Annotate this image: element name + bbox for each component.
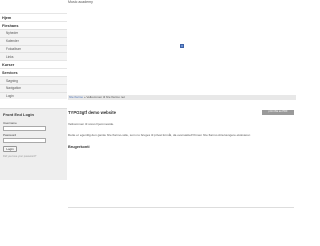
forgot-password-link[interactable]: Did you lose your password? bbox=[0, 155, 67, 158]
content-divider bbox=[68, 207, 294, 208]
breadcrumb-current: Velkommen til fize ftarmo net bbox=[86, 95, 125, 99]
login-button[interactable]: Login bbox=[3, 145, 17, 152]
sidebar-item-links[interactable]: Links bbox=[0, 52, 67, 61]
breadcrumb: fize ftarmo » Velkommen til fize ftarmo … bbox=[68, 95, 296, 100]
sidebar-item-nyheder[interactable]: Nyheder bbox=[0, 29, 67, 37]
welcome-paragraph: Velkommen til vores hjemmeside. bbox=[68, 121, 115, 126]
sidebar-item-fotoalbum[interactable]: Fotoalbum bbox=[0, 44, 67, 53]
username-input[interactable] bbox=[3, 125, 46, 131]
sidebar-heading-home[interactable]: Hjem bbox=[0, 13, 67, 21]
password-input[interactable] bbox=[3, 137, 46, 143]
password-label: Password bbox=[3, 132, 17, 137]
username-label: Username bbox=[3, 120, 17, 125]
sidebar-item-search[interactable]: Søgning bbox=[0, 76, 67, 84]
sidebar-item-login[interactable]: Login bbox=[0, 91, 67, 100]
page-title: TYPO3gtf demo website bbox=[68, 110, 116, 115]
body-paragraph: Dette er egentlig den gamle fize ftarmo-… bbox=[68, 133, 251, 137]
login-box: Front End Login Username Password Login … bbox=[0, 108, 67, 180]
sidebar-item-kalender[interactable]: Kalender bbox=[0, 36, 67, 45]
page-icon bbox=[180, 44, 184, 48]
sidebar-heading-fleshans[interactable]: Fleshans bbox=[0, 21, 67, 29]
login-title: Front End Login bbox=[3, 111, 34, 117]
breadcrumb-link[interactable]: fize ftarmo bbox=[69, 95, 83, 99]
sidebar-item-navigation[interactable]: Navigation bbox=[0, 83, 67, 92]
sidebar-heading-kurser[interactable]: Kurser bbox=[0, 60, 67, 68]
main-content: TYPO3gtf demo website Velkommen til vore… bbox=[68, 110, 294, 149]
section-heading: Brugerkonti bbox=[68, 145, 90, 149]
sidebar-heading-services[interactable]: Services bbox=[0, 68, 67, 76]
sidebar-nav: Hjem Fleshans Nyheder Kalender Fotoalbum… bbox=[0, 13, 67, 100]
site-title: Music academy bbox=[68, 0, 93, 4]
